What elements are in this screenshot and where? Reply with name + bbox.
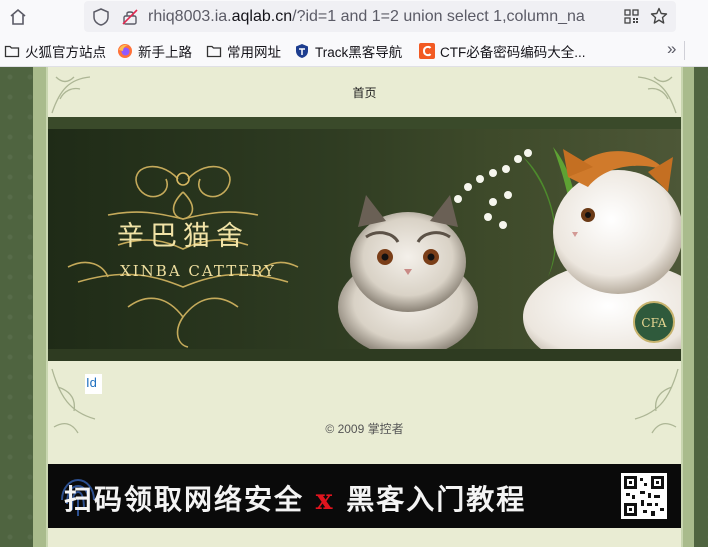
bookmark-label: 常用网址 (227, 45, 281, 60)
bookmark-label: 新手上路 (138, 45, 192, 60)
ad-text-x: x (315, 483, 335, 516)
tracking-protection-icon[interactable] (93, 8, 109, 26)
home-icon (10, 8, 26, 25)
url-text[interactable]: rhiq8003.ia.aqlab.cn/?id=1 and 1=2 union… (148, 8, 628, 26)
insecure-lock-icon[interactable] (122, 9, 138, 25)
folder-icon (4, 45, 20, 58)
url-path: /?id=1 and 1=2 union select 1,column_na (292, 8, 585, 25)
qr-code-image (621, 473, 667, 519)
left-frame-border (33, 67, 48, 547)
bookmark-common-sites[interactable]: 常用网址 (206, 41, 281, 61)
url-host-prefix: rhiq8003.ia. (148, 8, 232, 25)
id-link[interactable]: Id (85, 374, 102, 394)
browser-toolbar: rhiq8003.ia.aqlab.cn/?id=1 and 1=2 union… (0, 0, 708, 34)
right-frame-border (681, 67, 694, 547)
bookmark-firefox-site[interactable]: 火狐官方站点 (4, 41, 106, 61)
bookmarks-toolbar: 火狐官方站点 新手上路 常用网址 Track黑客导航 CTF必备密码编码大全..… (0, 34, 708, 67)
address-bar[interactable]: rhiq8003.ia.aqlab.cn/?id=1 and 1=2 union… (84, 1, 676, 32)
bookmark-label: CTF必备密码编码大全... (440, 45, 586, 60)
firefox-icon (118, 44, 132, 58)
url-host-domain: aqlab.cn (231, 8, 293, 25)
bookmark-star-icon[interactable] (650, 7, 668, 25)
shield-icon (296, 44, 308, 58)
ad-banner[interactable]: 扫码领取网络安全 x 黑客入门教程 (48, 464, 681, 528)
qr-code-icon[interactable] (624, 9, 639, 24)
bookmark-label: 火狐官方站点 (25, 45, 106, 60)
page-background: 首页 辛巴猫舍 XINBA CATTERY CFA Id © 2009 掌控者 … (0, 67, 708, 547)
bookmarks-overflow-button[interactable]: » (667, 39, 676, 59)
top-nav: 首页 (48, 67, 681, 117)
bookmark-label: Track黑客导航 (315, 45, 403, 60)
ad-text-left: 扫码领取网络安全 (64, 483, 305, 516)
bookmark-track-hacker-nav[interactable]: Track黑客导航 (294, 41, 402, 61)
content-area: 首页 辛巴猫舍 XINBA CATTERY CFA Id © 2009 掌控者 … (48, 67, 681, 547)
nav-home-link[interactable]: 首页 (48, 84, 681, 101)
ad-text-right: 黑客入门教程 (346, 483, 527, 516)
cattery-banner: 辛巴猫舍 XINBA CATTERY CFA (48, 117, 681, 361)
bookmark-getting-started[interactable]: 新手上路 (117, 41, 192, 61)
ad-headline: 扫码领取网络安全 x 黑客入门教程 (64, 478, 526, 518)
c-logo-icon (419, 43, 435, 59)
banner-border (48, 117, 681, 361)
home-button[interactable] (0, 0, 36, 34)
toolbar-separator (684, 41, 685, 60)
copyright-text: © 2009 掌控者 (325, 422, 404, 436)
bookmark-ctf-encoding[interactable]: CTF必备密码编码大全... (419, 41, 586, 61)
folder-icon (206, 45, 222, 58)
